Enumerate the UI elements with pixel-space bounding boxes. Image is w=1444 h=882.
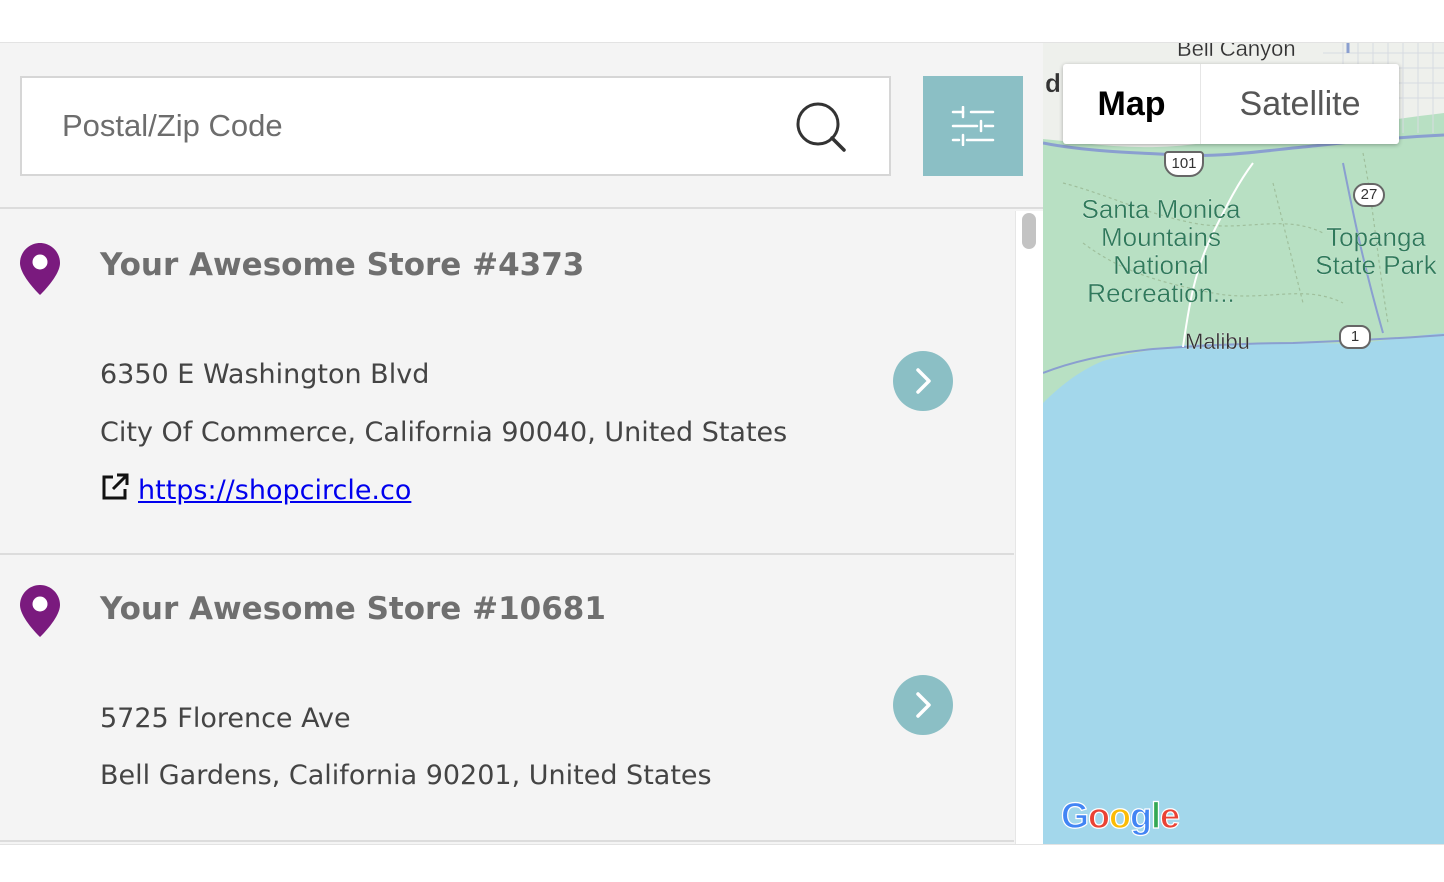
store-address-line2: City Of Commerce, California 90040, Unit…: [100, 417, 788, 448]
store-list-item[interactable]: Your Awesome Store #10681 5725 Florence …: [0, 555, 1014, 842]
map-label-line: State Park: [1315, 250, 1437, 280]
store-address-line2: Bell Gardens, California 90201, United S…: [100, 760, 712, 791]
postal-code-input[interactable]: [62, 98, 782, 154]
map-label-partial: d: [1045, 68, 1061, 98]
store-name: Your Awesome Store #10681: [100, 591, 606, 627]
map-label-malibu: Malibu: [1185, 329, 1250, 354]
map-base: [1043, 43, 1444, 844]
search-box: [20, 76, 891, 176]
chevron-right-icon: [916, 368, 931, 394]
map-label-topanga: Topanga State Park: [1309, 223, 1443, 279]
map-type-map-button[interactable]: Map: [1063, 64, 1201, 144]
external-link-icon: [102, 473, 129, 500]
map-label-line: Recreation...: [1087, 278, 1235, 308]
route-shield-1: 1: [1339, 325, 1371, 349]
map-pin-icon: [20, 243, 60, 295]
search-icon[interactable]: [794, 100, 850, 156]
filter-button[interactable]: [923, 76, 1023, 176]
store-address-line1: 6350 E Washington Blvd: [100, 359, 430, 390]
map-label-bell-canyon: Bell Canyon: [1177, 43, 1296, 61]
top-bar: [0, 0, 1444, 43]
store-list-item[interactable]: Your Awesome Store #4373 6350 E Washingt…: [0, 211, 1014, 555]
store-name: Your Awesome Store #4373: [100, 247, 585, 283]
route-shield-101: 101: [1164, 151, 1204, 177]
sliders-icon: [951, 106, 995, 146]
store-list: Your Awesome Store #4373 6350 E Washingt…: [0, 211, 1014, 844]
store-details-button[interactable]: [893, 675, 953, 735]
map[interactable]: Bell Canyon d Santa Monica Mountains Nat…: [1043, 43, 1444, 844]
map-type-control: Map Satellite: [1063, 64, 1399, 144]
list-scrollbar[interactable]: [1015, 211, 1043, 844]
store-locator-panel: Your Awesome Store #4373 6350 E Washingt…: [0, 43, 1043, 844]
map-type-satellite-button[interactable]: Satellite: [1201, 64, 1399, 144]
store-website-link[interactable]: https://shopcircle.co: [138, 475, 411, 506]
scrollbar-thumb[interactable]: [1022, 213, 1036, 249]
chevron-right-icon: [916, 692, 931, 718]
search-row: [0, 43, 1043, 209]
map-label-santa-monica-mountains: Santa Monica Mountains National Recreati…: [1073, 195, 1249, 307]
map-pin-icon: [20, 585, 60, 637]
google-logo[interactable]: Google: [1060, 794, 1180, 837]
route-shield-27: 27: [1353, 183, 1385, 207]
map-label-line: Mountains: [1101, 222, 1221, 252]
store-details-button[interactable]: [893, 351, 953, 411]
store-address-line1: 5725 Florence Ave: [100, 703, 351, 734]
map-label-line: National: [1113, 250, 1209, 280]
bottom-strip: [0, 844, 1444, 882]
map-label-line: Topanga: [1326, 222, 1426, 252]
map-label-line: Santa Monica: [1081, 194, 1241, 224]
